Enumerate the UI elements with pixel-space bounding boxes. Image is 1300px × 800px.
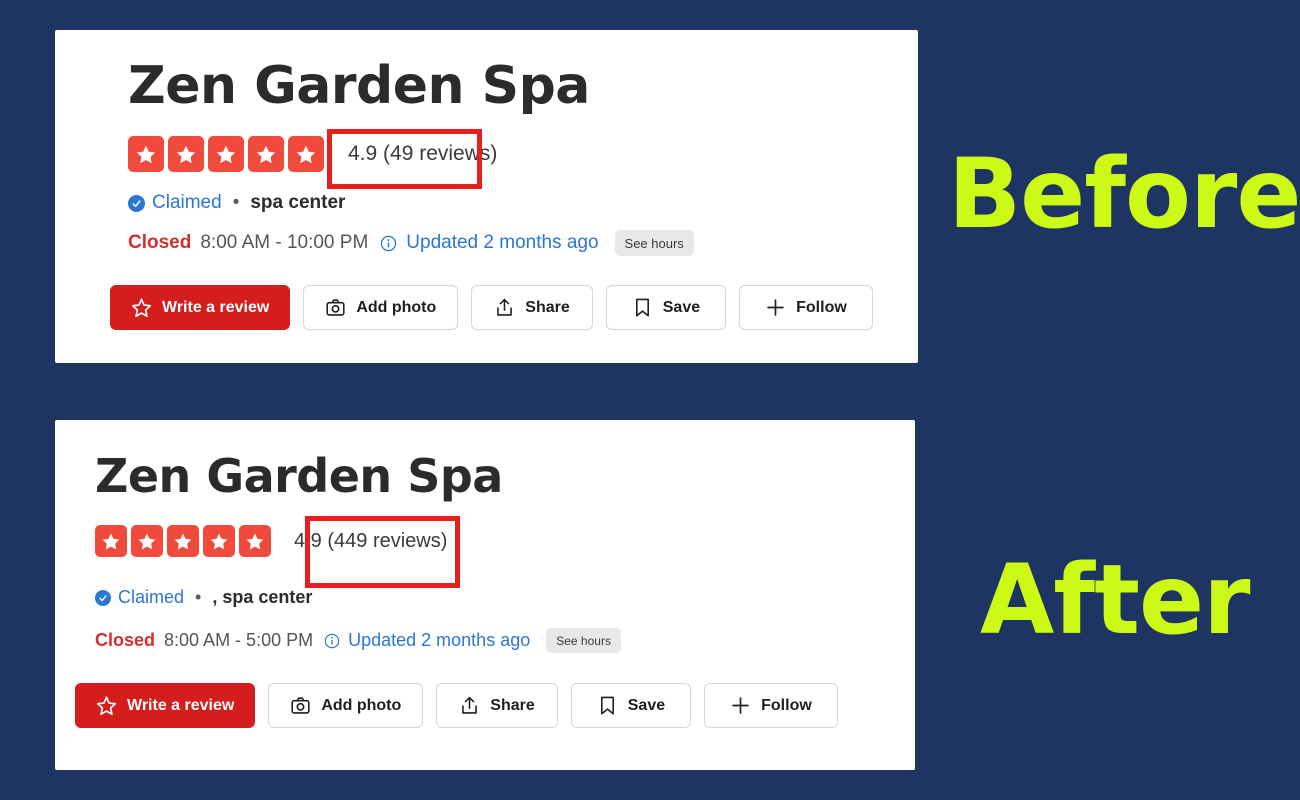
button-label: Save <box>662 298 701 316</box>
button-label: Share <box>490 696 535 714</box>
follow-button[interactable]: Follow <box>739 285 873 330</box>
star-icon <box>128 136 164 172</box>
action-button-row: Write a review Add photo Share Save Foll… <box>110 285 886 330</box>
status-badge: Closed <box>128 232 192 253</box>
separator-dot: • <box>232 192 240 213</box>
info-icon[interactable] <box>380 235 397 252</box>
bookmark-icon <box>632 297 653 318</box>
category-label[interactable]: , spa center <box>212 587 312 608</box>
category-label[interactable]: spa center <box>250 192 345 214</box>
hours-range: 8:00 AM - 10:00 PM <box>200 232 369 253</box>
rating-row: 4.9 (49 reviews) <box>128 134 497 174</box>
updated-label[interactable]: Updated 2 months ago <box>406 232 598 254</box>
info-icon[interactable] <box>324 633 340 649</box>
star-icon <box>203 525 235 557</box>
plus-icon <box>730 695 751 716</box>
follow-button[interactable]: Follow <box>704 683 838 728</box>
hours-row: Closed 8:00 AM - 10:00 PM Updated 2 mont… <box>128 230 694 256</box>
plus-icon <box>765 297 786 318</box>
button-label: Follow <box>796 298 847 316</box>
star-icon <box>95 525 127 557</box>
star-outline-icon <box>96 695 117 716</box>
add-photo-button[interactable]: Add photo <box>303 285 459 330</box>
star-icon <box>168 136 204 172</box>
button-label: Write a review <box>127 696 235 714</box>
see-hours-button[interactable]: See hours <box>546 628 621 653</box>
verified-check-icon <box>128 194 145 212</box>
add-photo-button[interactable]: Add photo <box>268 683 424 728</box>
claimed-label[interactable]: Claimed <box>118 587 184 608</box>
bookmark-icon <box>597 695 618 716</box>
camera-icon <box>325 297 346 318</box>
star-icon <box>167 525 199 557</box>
share-icon <box>459 695 480 716</box>
claimed-label[interactable]: Claimed <box>152 192 222 214</box>
action-button-row: Write a review Add photo Share Save Foll… <box>75 683 851 728</box>
business-card-after: Zen Garden Spa 4.9 (449 reviews) Claimed… <box>55 420 915 770</box>
save-button[interactable]: Save <box>605 285 727 330</box>
verified-check-icon <box>95 589 111 606</box>
star-rating[interactable] <box>95 525 275 557</box>
button-label: Follow <box>761 696 812 714</box>
write-review-button[interactable]: Write a review <box>110 285 291 330</box>
separator-dot: • <box>195 587 202 607</box>
rating-row: 4.9 (449 reviews) <box>95 523 447 559</box>
star-outline-icon <box>131 297 152 318</box>
see-hours-button[interactable]: See hours <box>614 230 694 256</box>
share-icon <box>494 297 515 318</box>
save-button[interactable]: Save <box>570 683 692 728</box>
page-title: Zen Garden Spa <box>128 56 590 116</box>
star-icon <box>288 136 324 172</box>
before-label: Before <box>948 138 1300 250</box>
star-icon <box>248 136 284 172</box>
button-label: Write a review <box>162 298 270 316</box>
button-label: Add photo <box>356 298 437 316</box>
camera-icon <box>290 695 311 716</box>
review-count-text: 4.9 (49 reviews) <box>348 142 498 165</box>
button-label: Share <box>525 298 570 316</box>
star-icon <box>131 525 163 557</box>
button-label: Save <box>627 696 666 714</box>
star-rating[interactable] <box>128 136 328 172</box>
claimed-row: Claimed • spa center <box>128 192 345 214</box>
write-review-button[interactable]: Write a review <box>75 683 256 728</box>
after-label: After <box>980 544 1250 656</box>
share-button[interactable]: Share <box>436 683 558 728</box>
updated-label[interactable]: Updated 2 months ago <box>348 630 530 651</box>
page-title: Zen Garden Spa <box>95 449 503 503</box>
hours-row: Closed 8:00 AM - 5:00 PM Updated 2 month… <box>95 628 621 653</box>
business-card-before: Zen Garden Spa 4.9 (49 reviews) Claimed … <box>55 30 918 363</box>
status-badge: Closed <box>95 630 156 650</box>
star-icon <box>208 136 244 172</box>
hours-range: 8:00 AM - 5:00 PM <box>164 630 314 650</box>
review-count-text: 4.9 (449 reviews) <box>294 529 448 552</box>
star-icon <box>239 525 271 557</box>
share-button[interactable]: Share <box>471 285 593 330</box>
claimed-row: Claimed • , spa center <box>95 587 312 608</box>
button-label: Add photo <box>321 696 402 714</box>
